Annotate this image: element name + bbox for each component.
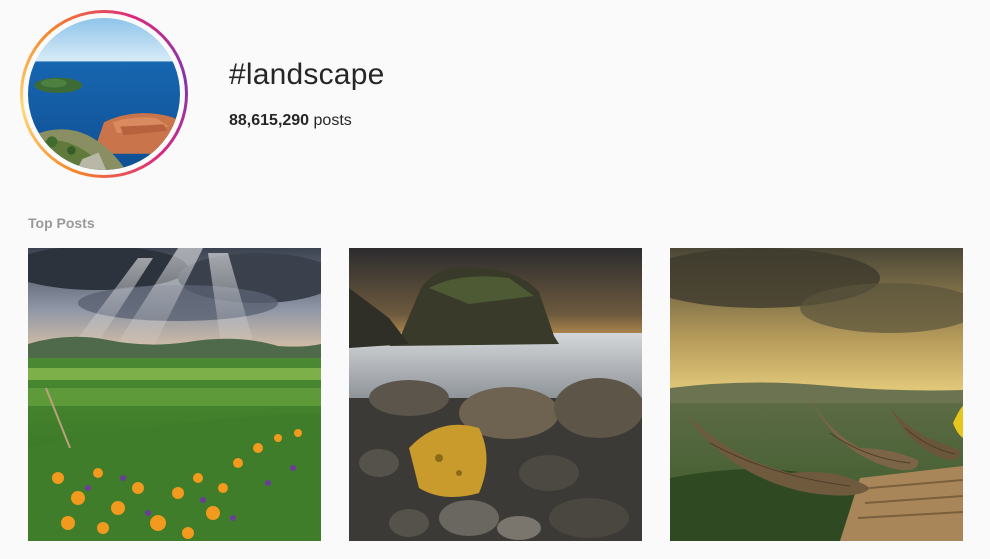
rocky-coast-longexposure-photo-icon: [349, 248, 642, 541]
avatar[interactable]: [28, 18, 180, 170]
page-title: #landscape: [229, 58, 385, 91]
coastal-city-photo-icon: [28, 18, 180, 170]
post-tile-3[interactable]: [670, 248, 963, 541]
hashtag-page: #landscape 88,615,290 posts Top Posts: [0, 0, 990, 559]
post-count: 88,615,290 posts: [229, 112, 352, 130]
post-count-number: 88,615,290: [229, 112, 310, 129]
wildflower-meadow-photo-icon: [28, 248, 321, 541]
top-posts-heading: Top Posts: [28, 215, 95, 231]
post-count-suffix: posts: [309, 112, 352, 129]
post-tile-2[interactable]: [349, 248, 642, 541]
hashtag-avatar-ring[interactable]: [20, 10, 188, 178]
post-tile-1[interactable]: [28, 248, 321, 541]
woven-boats-valley-sunset-photo-icon: [670, 248, 963, 541]
